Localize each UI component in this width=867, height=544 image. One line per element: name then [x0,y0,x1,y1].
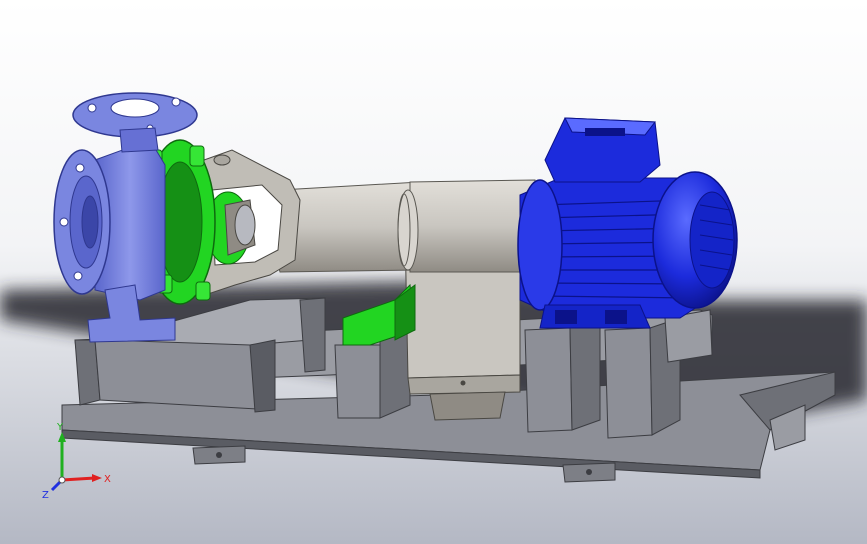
x-axis-label: X [104,474,111,485]
z-axis-label: Z [42,490,49,500]
coordinate-triad: X Y Z [42,422,111,500]
x-axis-arrow [61,476,96,482]
motor-terminal-box[interactable] [544,117,661,183]
y-axis-label: Y [56,422,64,433]
bearing-housing[interactable] [273,179,536,273]
pump-assembly-scene[interactable] [0,0,867,544]
graphics-viewport[interactable]: X Y Z [0,0,867,544]
